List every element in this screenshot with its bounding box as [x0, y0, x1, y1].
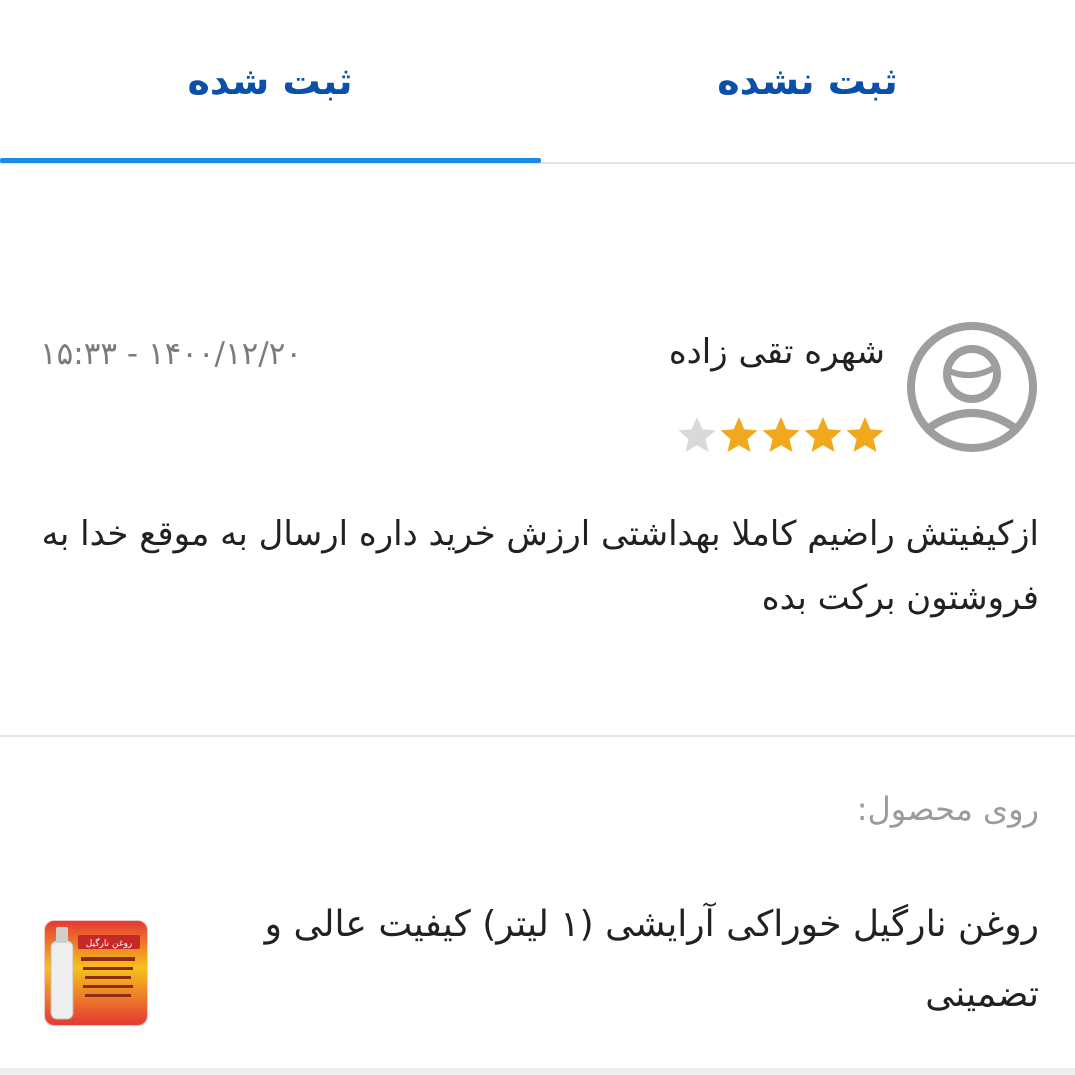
- star-filled-icon: [846, 417, 884, 452]
- avatar-icon: [905, 320, 1039, 454]
- tab-bar: ثبت نشده ثبت شده: [0, 0, 1075, 164]
- page: ثبت نشده ثبت شده شهره تقی زاده ۱۵:۳۳ - ۱…: [0, 0, 1075, 1075]
- active-tab-indicator: [0, 158, 541, 163]
- rating-stars: [676, 414, 886, 456]
- star-filled-icon: [720, 417, 758, 452]
- star-filled-icon: [762, 417, 800, 452]
- product-title[interactable]: روغن نارگیل خوراکی آرایشی (۱ لیتر) کیفیت…: [219, 890, 1039, 1030]
- bottom-divider: [0, 1068, 1075, 1075]
- thumb-text: روغن نارگیل: [86, 937, 133, 949]
- star-empty-icon: [678, 417, 716, 452]
- reviewer-name: شهره تقی زاده: [668, 332, 885, 372]
- review-text: ازکیفیتش راضیم کاملا بهداشتی ارزش خرید د…: [41, 514, 1039, 618]
- tab-unregistered[interactable]: ثبت نشده: [540, 0, 1075, 162]
- tab-registered[interactable]: ثبت شده: [0, 0, 540, 162]
- product-thumbnail[interactable]: روغن نارگیل: [44, 920, 148, 1026]
- review-date: ۱۵:۳۳ - ۱۴۰۰/۱۲/۲۰: [40, 336, 303, 372]
- divider: [0, 735, 1075, 737]
- on-product-label: روی محصول:: [856, 790, 1039, 828]
- star-filled-icon: [804, 417, 842, 452]
